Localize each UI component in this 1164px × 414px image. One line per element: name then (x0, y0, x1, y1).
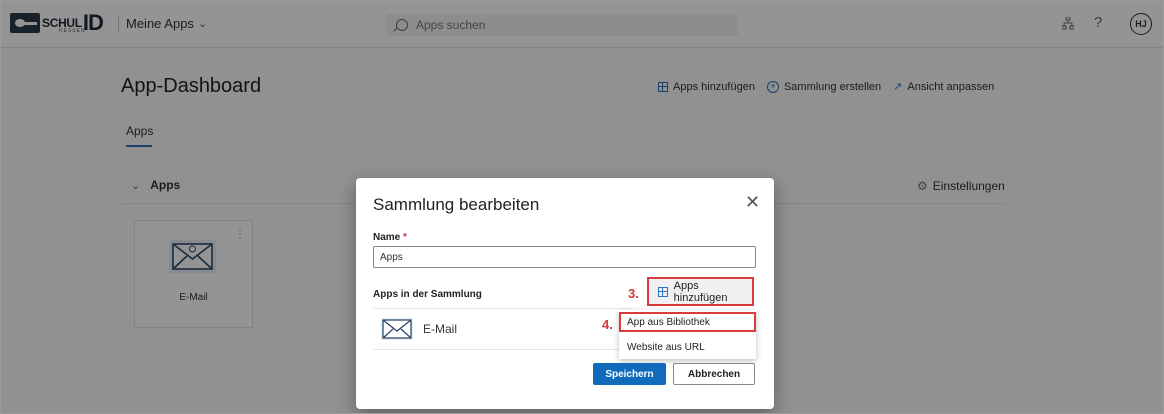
step-4-annotation: 4. (602, 317, 613, 332)
add-apps-button[interactable]: Apps hinzufügen (647, 277, 754, 306)
app-label: E-Mail (423, 322, 458, 336)
grid-add-icon (658, 286, 668, 297)
list-divider (373, 349, 633, 350)
edit-collection-dialog: Sammlung bearbeiten ✕ Name * Apps in der… (356, 178, 774, 409)
add-apps-dropdown: App aus Bibliothek Website aus URL (619, 310, 756, 359)
menu-item-website-aus-url[interactable]: Website aus URL (627, 342, 705, 353)
app-window: SCHUL ID HESSEN Meine Apps ⌄ Apps suchen… (0, 0, 1164, 414)
required-mark: * (403, 232, 407, 243)
menu-item-app-aus-bibliothek[interactable]: App aus Bibliothek (619, 312, 756, 332)
name-label-text: Name (373, 232, 401, 243)
save-button[interactable]: Speichern (593, 363, 666, 385)
collection-name-input[interactable] (373, 246, 756, 268)
close-icon[interactable]: ✕ (745, 192, 760, 213)
email-app-icon (381, 318, 413, 340)
add-apps-button-label: Apps hinzufügen (673, 279, 728, 304)
step-3-annotation: 3. (628, 286, 639, 301)
name-label: Name * (373, 232, 407, 243)
apps-in-collection-label: Apps in der Sammlung (373, 289, 482, 300)
list-item[interactable]: E-Mail (373, 309, 633, 349)
cancel-button[interactable]: Abbrechen (673, 363, 755, 385)
dialog-title: Sammlung bearbeiten (373, 195, 540, 214)
